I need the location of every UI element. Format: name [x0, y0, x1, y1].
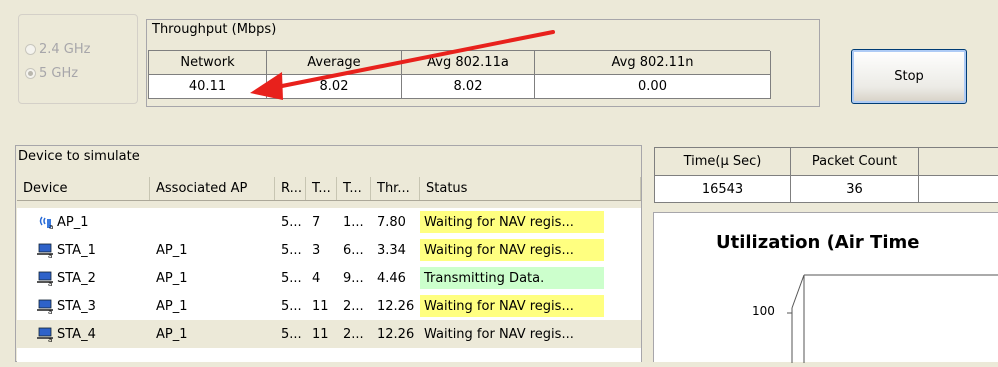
- column-header-r[interactable]: R...: [275, 177, 306, 200]
- device-cell: a STA_1: [17, 236, 150, 264]
- throughput-table: Network Average Avg 802.11a Avg 802.11n …: [148, 50, 771, 99]
- r-cell: 5...: [281, 326, 302, 342]
- associated-ap-cell: AP_1: [156, 326, 188, 342]
- device-cell: a STA_4: [17, 320, 150, 348]
- t2-cell: 6...: [343, 242, 364, 258]
- device-cell: a AP_1: [17, 208, 150, 236]
- radio-circle-selected-icon: [25, 67, 36, 79]
- laptop-station-icon: a: [37, 326, 55, 344]
- device-table-header: Device Associated AP R... T... T... Thr.…: [17, 177, 641, 201]
- radio-label: 5 GHz: [39, 65, 79, 81]
- t1-cell: 11: [312, 298, 329, 314]
- t2-cell: 9...: [343, 270, 364, 286]
- throughput-header-network: Network: [149, 51, 267, 75]
- stats-table: Time(μ Sec) Packet Count 16543 36: [654, 147, 998, 203]
- laptop-station-icon: a: [37, 298, 55, 316]
- table-row[interactable]: a STA_1 AP_1 5... 3 6... 3.34 Waiting fo…: [17, 236, 641, 264]
- throughput-value-average: 8.02: [267, 75, 402, 99]
- svg-text:a: a: [48, 252, 52, 258]
- throughput-cell: 12.26: [377, 298, 415, 314]
- throughput-header-avg-80211n: Avg 802.11n: [535, 51, 771, 75]
- column-header-t1[interactable]: T...: [306, 177, 337, 200]
- stats-value-truncated: [919, 176, 998, 203]
- associated-ap-cell: AP_1: [156, 270, 188, 286]
- radio-label: 2.4 GHz: [39, 41, 91, 57]
- device-panel-caption: Device to simulate: [18, 149, 140, 164]
- radio-5-ghz[interactable]: 5 GHz: [25, 64, 78, 82]
- stats-header-time: Time(μ Sec): [655, 148, 791, 176]
- status-cell: Transmitting Data.: [420, 267, 604, 289]
- stats-header-truncated: [919, 148, 998, 176]
- status-cell: Waiting for NAV regis...: [420, 239, 604, 261]
- t2-cell: 1...: [343, 214, 364, 230]
- device-name: STA_4: [57, 326, 96, 342]
- t2-cell: 2...: [343, 298, 364, 314]
- column-header-device[interactable]: Device: [17, 177, 150, 200]
- device-name: STA_1: [57, 242, 96, 258]
- column-header-status[interactable]: Status: [420, 177, 641, 200]
- stats-value-packet-count: 36: [791, 176, 919, 203]
- table-row-selected[interactable]: a STA_4 AP_1 5... 11 2... 12.26 Waiting …: [17, 320, 641, 348]
- throughput-header-avg-80211a: Avg 802.11a: [402, 51, 535, 75]
- t1-cell: 4: [312, 270, 321, 286]
- status-cell: Waiting for NAV regis...: [420, 295, 604, 317]
- t1-cell: 3: [312, 242, 321, 258]
- r-cell: 5...: [281, 242, 302, 258]
- stop-button[interactable]: Stop: [851, 49, 967, 104]
- svg-text:a: a: [48, 280, 52, 286]
- svg-text:a: a: [48, 336, 52, 342]
- t2-cell: 2...: [343, 326, 364, 342]
- chart-title: Utilization (Air Time: [716, 232, 920, 253]
- device-table-body: a AP_1 5... 7 1... 7.80 Waiting for NAV …: [17, 208, 641, 362]
- chart-y-tick-100: 100: [752, 304, 775, 318]
- access-point-icon: a: [37, 214, 55, 231]
- associated-ap-cell: [150, 208, 275, 236]
- r-cell: 5...: [281, 214, 302, 230]
- device-name: STA_2: [57, 270, 96, 286]
- band-selection-group: 2.4 GHz 5 GHz: [18, 14, 138, 104]
- throughput-value-avg-80211a: 8.02: [402, 75, 535, 99]
- svg-text:a: a: [48, 308, 52, 314]
- table-row[interactable]: a STA_3 AP_1 5... 11 2... 12.26 Waiting …: [17, 292, 641, 320]
- laptop-station-icon: a: [37, 242, 55, 260]
- stats-header-packet-count: Packet Count: [791, 148, 919, 176]
- throughput-caption: Throughput (Mbps): [152, 22, 277, 37]
- device-cell: a STA_3: [17, 292, 150, 320]
- column-header-throughput[interactable]: Thr...: [371, 177, 420, 200]
- r-cell: 5...: [281, 298, 302, 314]
- throughput-cell: 4.46: [377, 270, 406, 286]
- stats-value-time: 16543: [655, 176, 791, 203]
- t1-cell: 11: [312, 326, 329, 342]
- radio-circle-icon: [25, 43, 36, 55]
- associated-ap-cell: AP_1: [156, 298, 188, 314]
- t1-cell: 7: [312, 214, 321, 230]
- throughput-header-average: Average: [267, 51, 402, 75]
- throughput-value-network: 40.11: [149, 75, 267, 99]
- device-name: STA_3: [57, 298, 96, 314]
- r-cell: 5...: [281, 270, 302, 286]
- status-cell: Waiting for NAV regis...: [424, 326, 574, 342]
- associated-ap-cell: AP_1: [156, 242, 188, 258]
- throughput-cell: 7.80: [377, 214, 406, 230]
- throughput-value-avg-80211n: 0.00: [535, 75, 771, 99]
- radio-2-4-ghz[interactable]: 2.4 GHz: [25, 40, 90, 58]
- table-row[interactable]: a STA_2 AP_1 5... 4 9... 4.46 Transmitti…: [17, 264, 641, 292]
- svg-text:a: a: [49, 223, 53, 230]
- table-row[interactable]: a AP_1 5... 7 1... 7.80 Waiting for NAV …: [17, 208, 641, 236]
- throughput-cell: 12.26: [377, 326, 415, 342]
- device-cell: a STA_2: [17, 264, 150, 292]
- column-header-t2[interactable]: T...: [337, 177, 371, 200]
- throughput-cell: 3.34: [377, 242, 406, 258]
- laptop-station-icon: a: [37, 270, 55, 288]
- device-name: AP_1: [57, 214, 89, 230]
- column-header-associated-ap[interactable]: Associated AP: [150, 177, 275, 200]
- status-cell: Waiting for NAV regis...: [420, 211, 604, 233]
